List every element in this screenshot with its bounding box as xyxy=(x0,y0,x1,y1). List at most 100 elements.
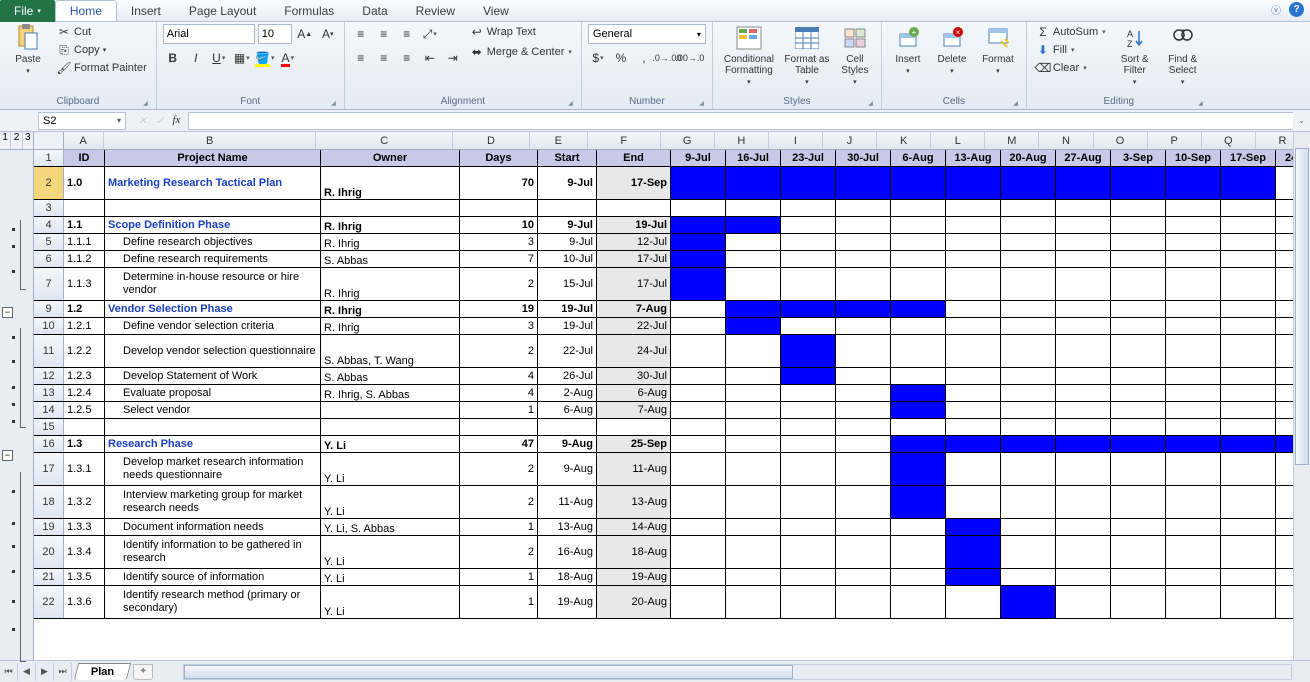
cell[interactable] xyxy=(726,519,781,535)
cell[interactable]: 2-Aug xyxy=(538,385,597,401)
cell[interactable]: 1.2 xyxy=(64,301,105,317)
cell[interactable] xyxy=(1221,368,1276,384)
cell[interactable] xyxy=(1056,385,1111,401)
cell[interactable] xyxy=(1166,385,1221,401)
tab-home[interactable]: Home xyxy=(55,0,117,21)
cell[interactable]: Y. Li xyxy=(321,536,460,568)
format-as-table-button[interactable]: Format as Table▾ xyxy=(783,24,831,86)
enter-formula-icon[interactable]: ✓ xyxy=(155,114,164,127)
cell[interactable] xyxy=(64,419,105,435)
cell[interactable] xyxy=(946,268,1001,300)
cell[interactable]: 1.3.1 xyxy=(64,453,105,485)
header-cell[interactable]: 20-Aug xyxy=(1001,150,1056,166)
cell[interactable] xyxy=(1221,318,1276,334)
border-button[interactable]: ▦ xyxy=(232,48,252,68)
decrease-font-button[interactable]: A▾ xyxy=(318,24,338,44)
cell[interactable] xyxy=(836,335,891,367)
cell[interactable] xyxy=(1056,268,1111,300)
row-header[interactable]: 5 xyxy=(34,234,64,250)
cell[interactable]: 2 xyxy=(460,453,538,485)
cell[interactable] xyxy=(1056,167,1111,199)
cell[interactable]: 7 xyxy=(460,251,538,267)
cell[interactable] xyxy=(1111,268,1166,300)
cell[interactable]: 1.1.1 xyxy=(64,234,105,250)
cell[interactable] xyxy=(1221,586,1276,618)
cell[interactable] xyxy=(781,335,836,367)
cell[interactable]: Y. Li, S. Abbas xyxy=(321,519,460,535)
cell[interactable] xyxy=(538,200,597,216)
cell[interactable] xyxy=(836,318,891,334)
cell[interactable] xyxy=(1166,419,1221,435)
cell[interactable]: 19-Jul xyxy=(597,217,671,233)
cell[interactable] xyxy=(1056,335,1111,367)
increase-font-button[interactable]: A▲ xyxy=(295,24,315,44)
cell[interactable] xyxy=(671,234,726,250)
cell[interactable] xyxy=(1166,402,1221,418)
cell[interactable] xyxy=(1111,217,1166,233)
cell[interactable]: Select vendor xyxy=(105,402,321,418)
cell[interactable] xyxy=(1056,536,1111,568)
cell[interactable] xyxy=(1166,519,1221,535)
cell[interactable]: Y. Li xyxy=(321,453,460,485)
cell[interactable]: Y. Li xyxy=(321,436,460,452)
cell[interactable] xyxy=(321,200,460,216)
cell[interactable] xyxy=(105,200,321,216)
cell[interactable] xyxy=(1001,251,1056,267)
cell[interactable] xyxy=(836,251,891,267)
cell[interactable] xyxy=(726,200,781,216)
row-header[interactable]: 20 xyxy=(34,536,64,568)
header-cell[interactable]: 27-Aug xyxy=(1056,150,1111,166)
cell[interactable] xyxy=(836,536,891,568)
cell[interactable]: R. Ihrig xyxy=(321,301,460,317)
align-top-button[interactable]: ≡ xyxy=(351,24,371,44)
cell[interactable] xyxy=(891,368,946,384)
underline-button[interactable]: U xyxy=(209,48,229,68)
cell[interactable] xyxy=(1111,486,1166,518)
autosum-button[interactable]: ΣAutoSum xyxy=(1033,24,1109,40)
cell[interactable] xyxy=(671,586,726,618)
cell[interactable] xyxy=(726,368,781,384)
cell[interactable] xyxy=(1221,268,1276,300)
cell[interactable] xyxy=(1111,453,1166,485)
cell[interactable] xyxy=(1001,335,1056,367)
header-cell[interactable]: ID xyxy=(64,150,105,166)
cell[interactable] xyxy=(836,569,891,585)
row-header[interactable]: 11 xyxy=(34,335,64,367)
tab-review[interactable]: Review xyxy=(402,1,469,21)
cell[interactable] xyxy=(1001,217,1056,233)
cell[interactable]: 1.3.2 xyxy=(64,486,105,518)
row-header[interactable]: 10 xyxy=(34,318,64,334)
cell[interactable] xyxy=(836,200,891,216)
cell[interactable]: 1 xyxy=(460,519,538,535)
name-box[interactable]: S2 xyxy=(38,112,126,130)
cell[interactable]: 13-Aug xyxy=(597,486,671,518)
tab-insert[interactable]: Insert xyxy=(117,1,175,21)
cell[interactable] xyxy=(1111,318,1166,334)
header-cell[interactable]: End xyxy=(597,150,671,166)
col-header-H[interactable]: H xyxy=(715,132,769,149)
row-header[interactable]: 2 xyxy=(34,167,64,199)
increase-indent-button[interactable]: ⇥ xyxy=(443,48,463,68)
font-size-select[interactable] xyxy=(258,24,292,44)
cell[interactable] xyxy=(1001,318,1056,334)
cell[interactable] xyxy=(671,436,726,452)
col-header-D[interactable]: D xyxy=(453,132,530,149)
sheet-nav-next[interactable]: ▶ xyxy=(36,663,54,681)
accounting-format-button[interactable]: $ xyxy=(588,48,608,68)
cell[interactable] xyxy=(1056,301,1111,317)
cell[interactable] xyxy=(891,200,946,216)
cell[interactable]: 3 xyxy=(460,234,538,250)
cell[interactable]: R. Ihrig xyxy=(321,217,460,233)
sheet-nav-last[interactable]: ⏭ xyxy=(54,663,72,681)
align-center-button[interactable]: ≡ xyxy=(374,48,394,68)
cell[interactable] xyxy=(1166,569,1221,585)
align-middle-button[interactable]: ≡ xyxy=(374,24,394,44)
cell[interactable] xyxy=(946,318,1001,334)
cell[interactable]: 1.1.2 xyxy=(64,251,105,267)
cell[interactable] xyxy=(1166,586,1221,618)
cell[interactable] xyxy=(1111,586,1166,618)
row-header[interactable]: 9 xyxy=(34,301,64,317)
cell[interactable] xyxy=(726,385,781,401)
cell[interactable] xyxy=(1001,200,1056,216)
cell[interactable] xyxy=(460,200,538,216)
